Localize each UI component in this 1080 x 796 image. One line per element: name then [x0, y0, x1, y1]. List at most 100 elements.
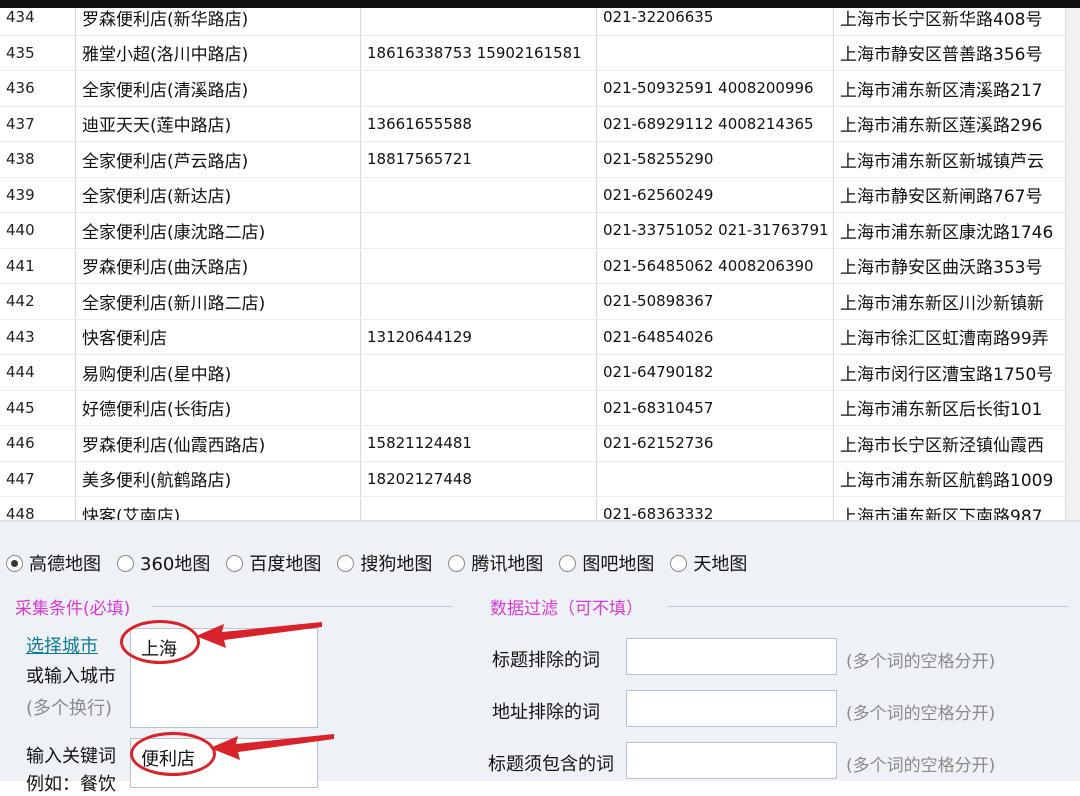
store-name-cell[interactable]: 快客(艾南店): [76, 497, 361, 521]
row-id-cell[interactable]: 440: [0, 213, 76, 249]
row-id-cell[interactable]: 443: [0, 319, 76, 355]
address-exclude-input[interactable]: [626, 690, 837, 727]
radio-unchecked-icon[interactable]: [226, 555, 243, 572]
radio-unchecked-icon[interactable]: [117, 555, 134, 572]
address-cell[interactable]: 上海市浦东新区后长街101: [834, 390, 1080, 426]
table-row[interactable]: 448快客(艾南店) 021-68363332上海市浦东新区下南路987: [0, 497, 1080, 521]
mobile-cell[interactable]: [361, 177, 597, 213]
radio-unchecked-icon[interactable]: [559, 555, 576, 572]
radio-unchecked-icon[interactable]: [448, 555, 465, 572]
table-row[interactable]: 437迪亚天天(莲中路店)13661655588021-68929112 400…: [0, 106, 1080, 142]
address-cell[interactable]: 上海市浦东新区航鹤路1009: [834, 461, 1080, 497]
phone-cell[interactable]: 021-50898367: [597, 284, 834, 320]
row-id-cell[interactable]: 446: [0, 426, 76, 462]
mobile-cell[interactable]: [361, 248, 597, 284]
mobile-cell[interactable]: 18202127448: [361, 461, 597, 497]
radio-unchecked-icon[interactable]: [337, 555, 354, 572]
address-cell[interactable]: 上海市浦东新区康沈路1746: [834, 213, 1080, 249]
mobile-cell[interactable]: [361, 71, 597, 107]
mobile-cell[interactable]: 18616338753 15902161581: [361, 35, 597, 71]
row-id-cell[interactable]: 448: [0, 497, 76, 521]
radio-checked-icon[interactable]: [6, 555, 23, 572]
address-cell[interactable]: 上海市闵行区漕宝路1750号: [834, 355, 1080, 391]
phone-cell[interactable]: 021-64854026: [597, 319, 834, 355]
map-source-radio[interactable]: 搜狗地图: [337, 550, 432, 576]
phone-cell[interactable]: 021-68929112 4008214365: [597, 106, 834, 142]
address-cell[interactable]: 上海市浦东新区莲溪路296: [834, 106, 1080, 142]
store-name-cell[interactable]: 罗森便利店(曲沃路店): [76, 248, 361, 284]
row-id-cell[interactable]: 436: [0, 71, 76, 107]
table-row[interactable]: 443快客便利店13120644129021-64854026上海市徐汇区虹漕南…: [0, 319, 1080, 355]
row-id-cell[interactable]: 439: [0, 177, 76, 213]
address-cell[interactable]: 上海市静安区曲沃路353号: [834, 248, 1080, 284]
table-row[interactable]: 438全家便利店(芦云路店)18817565721021-58255290上海市…: [0, 142, 1080, 178]
store-name-cell[interactable]: 全家便利店(新达店): [76, 177, 361, 213]
phone-cell[interactable]: 021-56485062 4008206390: [597, 248, 834, 284]
row-id-cell[interactable]: 435: [0, 35, 76, 71]
phone-cell[interactable]: 021-68310457: [597, 390, 834, 426]
title-include-input[interactable]: [626, 742, 837, 779]
row-id-cell[interactable]: 445: [0, 390, 76, 426]
phone-cell[interactable]: 021-58255290: [597, 142, 834, 178]
mobile-cell[interactable]: 13661655588: [361, 106, 597, 142]
row-id-cell[interactable]: 438: [0, 142, 76, 178]
radio-unchecked-icon[interactable]: [670, 555, 687, 572]
phone-cell[interactable]: 021-50932591 4008200996: [597, 71, 834, 107]
title-exclude-input[interactable]: [626, 638, 837, 675]
row-id-cell[interactable]: 447: [0, 461, 76, 497]
select-city-link[interactable]: 选择城市: [26, 632, 98, 658]
address-cell[interactable]: 上海市浦东新区川沙新镇新: [834, 284, 1080, 320]
store-name-cell[interactable]: 罗森便利店(仙霞西路店): [76, 426, 361, 462]
store-name-cell[interactable]: 快客便利店: [76, 319, 361, 355]
row-id-cell[interactable]: 437: [0, 106, 76, 142]
table-row[interactable]: 445好德便利店(长街店) 021-68310457上海市浦东新区后长街101: [0, 390, 1080, 426]
store-name-cell[interactable]: 全家便利店(康沈路二店): [76, 213, 361, 249]
mobile-cell[interactable]: 13120644129: [361, 319, 597, 355]
store-name-cell[interactable]: 好德便利店(长街店): [76, 390, 361, 426]
map-source-radio[interactable]: 百度地图: [226, 550, 321, 576]
store-name-cell[interactable]: 全家便利店(芦云路店): [76, 142, 361, 178]
address-cell[interactable]: 上海市静安区普善路356号: [834, 35, 1080, 71]
row-id-cell[interactable]: 442: [0, 284, 76, 320]
table-row[interactable]: 435雅堂小超(洛川中路店)18616338753 15902161581上海市…: [0, 35, 1080, 71]
mobile-cell[interactable]: [361, 213, 597, 249]
table-row[interactable]: 439全家便利店(新达店) 021-62560249上海市静安区新闸路767号: [0, 177, 1080, 213]
address-cell[interactable]: 上海市静安区新闸路767号: [834, 177, 1080, 213]
mobile-cell[interactable]: 18817565721: [361, 142, 597, 178]
mobile-cell[interactable]: [361, 497, 597, 521]
mobile-cell[interactable]: 15821124481: [361, 426, 597, 462]
map-source-radio[interactable]: 高德地图: [6, 550, 101, 576]
row-id-cell[interactable]: 444: [0, 355, 76, 391]
store-name-cell[interactable]: 全家便利店(清溪路店): [76, 71, 361, 107]
phone-cell[interactable]: 021-62152736: [597, 426, 834, 462]
table-row[interactable]: 441罗森便利店(曲沃路店) 021-56485062 4008206390上海市…: [0, 248, 1080, 284]
phone-cell[interactable]: [597, 35, 834, 71]
store-name-cell[interactable]: 易购便利店(星中路): [76, 355, 361, 391]
phone-cell[interactable]: [597, 461, 834, 497]
table-row[interactable]: 446罗森便利店(仙霞西路店)15821124481021-62152736上海…: [0, 426, 1080, 462]
table-row[interactable]: 442全家便利店(新川路二店) 021-50898367上海市浦东新区川沙新镇新: [0, 284, 1080, 320]
map-source-radio[interactable]: 图吧地图: [559, 550, 654, 576]
address-cell[interactable]: 上海市浦东新区新城镇芦云: [834, 142, 1080, 178]
map-source-radio[interactable]: 腾讯地图: [448, 550, 543, 576]
map-source-radio[interactable]: 天地图: [670, 550, 747, 576]
store-name-cell[interactable]: 全家便利店(新川路二店): [76, 284, 361, 320]
vertical-scrollbar[interactable]: [1065, 6, 1080, 520]
table-row[interactable]: 447美多便利(航鹤路店)18202127448上海市浦东新区航鹤路1009: [0, 461, 1080, 497]
store-name-cell[interactable]: 迪亚天天(莲中路店): [76, 106, 361, 142]
phone-cell[interactable]: 021-64790182: [597, 355, 834, 391]
address-cell[interactable]: 上海市徐汇区虹漕南路99弄: [834, 319, 1080, 355]
table-row[interactable]: 444易购便利店(星中路) 021-64790182上海市闵行区漕宝路1750号: [0, 355, 1080, 391]
mobile-cell[interactable]: [361, 284, 597, 320]
phone-cell[interactable]: 021-62560249: [597, 177, 834, 213]
phone-cell[interactable]: 021-68363332: [597, 497, 834, 521]
mobile-cell[interactable]: [361, 355, 597, 391]
address-cell[interactable]: 上海市长宁区新泾镇仙霞西: [834, 426, 1080, 462]
address-cell[interactable]: 上海市浦东新区清溪路217: [834, 71, 1080, 107]
map-source-radio[interactable]: 360地图: [117, 550, 210, 576]
table-row[interactable]: 436全家便利店(清溪路店) 021-50932591 4008200996上海市…: [0, 71, 1080, 107]
address-cell[interactable]: 上海市浦东新区下南路987: [834, 497, 1080, 521]
row-id-cell[interactable]: 441: [0, 248, 76, 284]
phone-cell[interactable]: 021-33751052 021-31763791: [597, 213, 834, 249]
mobile-cell[interactable]: [361, 390, 597, 426]
